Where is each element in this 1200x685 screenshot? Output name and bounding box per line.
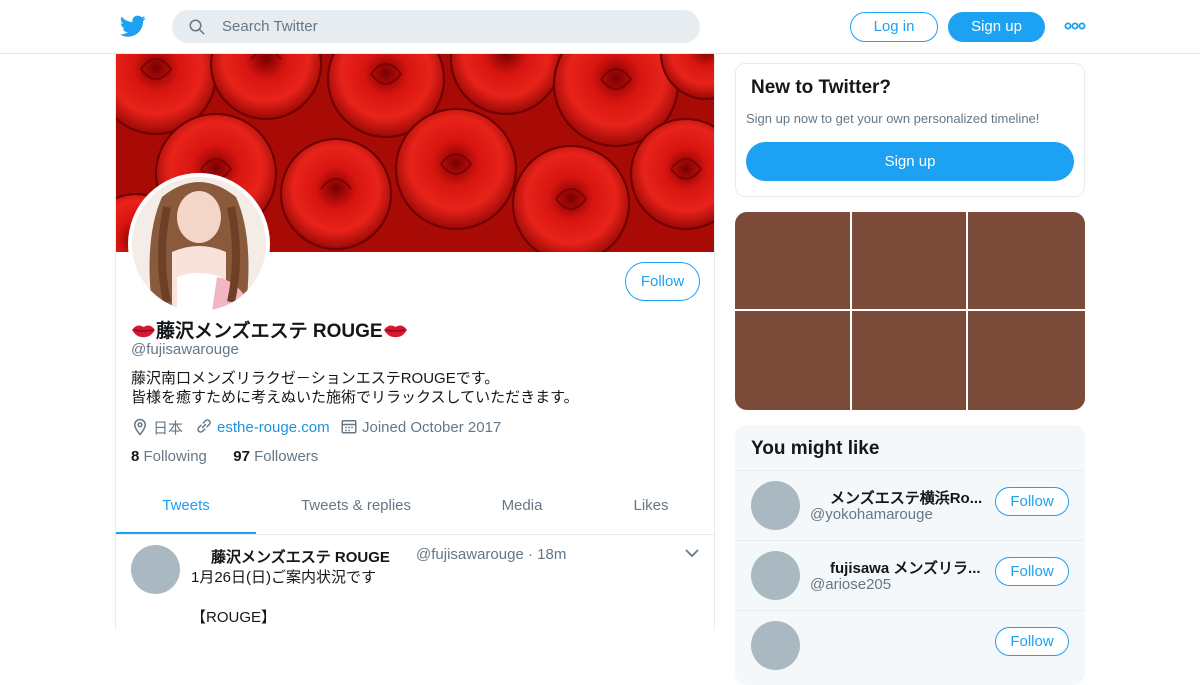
location-pin-icon bbox=[133, 418, 147, 436]
tab-tweets[interactable]: Tweets bbox=[116, 486, 256, 534]
kiss-lips-icon bbox=[132, 325, 155, 338]
joined-text: Joined October 2017 bbox=[362, 419, 502, 436]
followers-count: 97 bbox=[233, 448, 250, 465]
suggested-account[interactable]: fujisawa メンズリラ... @ariose205 Follow bbox=[735, 540, 1085, 610]
media-thumbnail[interactable] bbox=[968, 212, 1085, 309]
tweet-author-meta: @fujisawarouge · 18m bbox=[416, 546, 566, 563]
suggested-avatar[interactable] bbox=[751, 551, 800, 600]
profile-avatar[interactable] bbox=[128, 173, 270, 315]
kiss-lips-icon bbox=[383, 325, 407, 338]
more-dots-icon[interactable] bbox=[1064, 20, 1086, 32]
new-to-twitter-subtitle: Sign up now to get your own personalized… bbox=[746, 111, 1040, 126]
suggested-handle: @ariose205 bbox=[810, 576, 892, 593]
profile-display-name: 藤沢メンズエステ ROUGE bbox=[131, 316, 408, 343]
media-grid bbox=[735, 212, 1085, 410]
followers-stat[interactable]: 97 Followers bbox=[233, 448, 318, 465]
search-icon bbox=[189, 19, 205, 35]
new-to-twitter-title: New to Twitter? bbox=[751, 77, 892, 98]
new-to-twitter-card: New to Twitter? Sign up now to get your … bbox=[735, 63, 1085, 197]
tweet-text: 1月26日(日)ご案内状況です 【ROUGE】 bbox=[191, 569, 377, 626]
suggested-avatar[interactable] bbox=[751, 621, 800, 670]
link-icon bbox=[197, 419, 211, 433]
suggested-follow-button[interactable]: Follow bbox=[995, 627, 1069, 656]
top-navigation-bar: Log in Sign up bbox=[0, 0, 1200, 54]
suggested-handle: @yokohamarouge bbox=[810, 506, 933, 523]
you-might-like-card: You might like メンズエステ横浜Ro... @yokohamaro… bbox=[735, 425, 1085, 685]
profile-joined: Joined October 2017 bbox=[340, 417, 501, 436]
signup-button[interactable]: Sign up bbox=[948, 12, 1045, 42]
tweet-author-handle: @fujisawarouge bbox=[416, 546, 524, 563]
bio-line: 藤沢南口メンズリラクゼ－ションエステROUGEです。 bbox=[131, 370, 500, 387]
profile-website[interactable]: esthe-rouge.com bbox=[195, 417, 330, 436]
following-count: 8 bbox=[131, 448, 140, 465]
following-stat[interactable]: 8 Following bbox=[131, 448, 207, 465]
suggested-follow-button[interactable]: Follow bbox=[995, 487, 1069, 516]
tab-tweets-replies[interactable]: Tweets & replies bbox=[286, 486, 426, 534]
media-thumbnail[interactable] bbox=[735, 212, 850, 309]
you-might-like-title: You might like bbox=[751, 438, 880, 459]
tweet-avatar[interactable] bbox=[131, 545, 180, 594]
tweet-timestamp[interactable]: 18m bbox=[537, 546, 566, 563]
search-bar[interactable] bbox=[172, 10, 700, 43]
website-link[interactable]: esthe-rouge.com bbox=[217, 419, 330, 436]
suggested-name[interactable]: fujisawa メンズリラ... bbox=[810, 557, 985, 578]
profile-handle: @fujisawarouge bbox=[131, 341, 239, 358]
media-thumbnail[interactable] bbox=[852, 212, 966, 309]
media-thumbnail[interactable] bbox=[968, 311, 1085, 410]
profile-name-text: 藤沢メンズエステ ROUGE bbox=[156, 321, 383, 342]
twitter-bird-icon[interactable] bbox=[119, 13, 147, 39]
profile-tabs: Tweets Tweets & replies Media Likes bbox=[116, 486, 714, 535]
tweet-author-name[interactable]: 藤沢メンズエステ ROUGE bbox=[211, 546, 390, 567]
chevron-down-icon[interactable] bbox=[685, 548, 699, 558]
following-label: Following bbox=[143, 448, 207, 465]
profile-bio: 藤沢南口メンズリラクゼ－ションエステROUGEです。 皆様を癒すために考えぬいた… bbox=[131, 369, 579, 407]
suggested-account[interactable]: メンズエステ横浜Ro... @yokohamarouge Follow bbox=[735, 470, 1085, 540]
suggested-account[interactable]: Follow bbox=[735, 610, 1085, 680]
avatar-photo bbox=[132, 177, 266, 311]
suggested-name[interactable]: メンズエステ横浜Ro... bbox=[810, 487, 985, 508]
suggested-follow-button[interactable]: Follow bbox=[995, 557, 1069, 586]
media-thumbnail[interactable] bbox=[852, 311, 966, 410]
tab-likes[interactable]: Likes bbox=[616, 486, 686, 534]
profile-stats: 8 Following 97 Followers bbox=[131, 448, 318, 465]
search-input[interactable] bbox=[222, 10, 682, 43]
location-text: 日本 bbox=[153, 420, 184, 437]
tweet-separator-dot: · bbox=[527, 546, 533, 563]
media-thumbnail[interactable] bbox=[735, 311, 850, 410]
profile-location: 日本 bbox=[131, 417, 183, 438]
profile-column: Follow 藤沢メンズエステ ROUGE @fujisawarouge 藤沢南… bbox=[115, 54, 715, 630]
bio-line: 皆様を癒すために考えぬいた施術でリラックスしていただきます。 bbox=[131, 389, 579, 406]
calendar-icon bbox=[341, 420, 357, 434]
followers-label: Followers bbox=[254, 448, 319, 465]
tab-media[interactable]: Media bbox=[472, 486, 572, 534]
login-button[interactable]: Log in bbox=[850, 12, 938, 42]
sidebar-signup-button[interactable]: Sign up bbox=[746, 142, 1074, 181]
follow-button[interactable]: Follow bbox=[625, 262, 700, 301]
tweet-item[interactable]: 藤沢メンズエステ ROUGE @fujisawarouge · 18m 1月26… bbox=[116, 535, 714, 630]
suggested-avatar[interactable] bbox=[751, 481, 800, 530]
